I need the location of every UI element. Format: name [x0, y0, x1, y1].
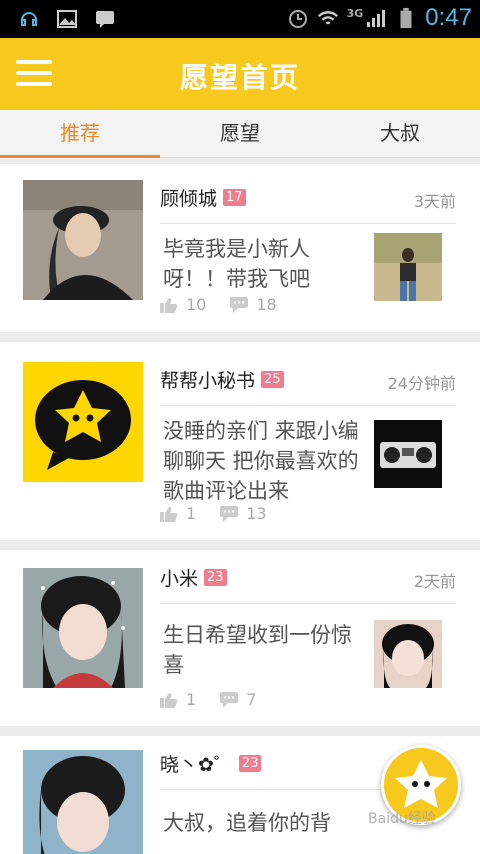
- tab-uncle[interactable]: 大叔: [320, 110, 480, 157]
- username[interactable]: 小米: [160, 564, 198, 591]
- tab-recommend[interactable]: 推荐: [0, 110, 160, 158]
- post-text[interactable]: 毕竟我是小新人呀！！带我飞吧: [163, 234, 363, 294]
- comment-button[interactable]: 13: [220, 504, 267, 523]
- like-icon: [160, 692, 178, 708]
- post-text[interactable]: 大叔，追着你的背: [163, 808, 383, 838]
- gallery-icon: [57, 10, 77, 28]
- post-time: 2天前: [413, 572, 456, 591]
- message-icon: [96, 11, 114, 28]
- like-button[interactable]: 1: [160, 690, 196, 709]
- like-count: 10: [186, 295, 207, 314]
- signal-icon: [367, 10, 386, 27]
- post-card[interactable]: 小米 23 2天前 生日希望收到一份惊喜 1 7: [0, 550, 480, 726]
- comment-button[interactable]: 18: [230, 295, 277, 314]
- comment-count: 7: [246, 690, 257, 709]
- wifi-icon: [317, 11, 338, 25]
- post-stats: 1 7: [160, 690, 268, 709]
- username[interactable]: 顾倾城: [160, 184, 217, 211]
- avatar[interactable]: [23, 568, 143, 688]
- comment-count: 13: [246, 504, 267, 523]
- like-button[interactable]: 10: [160, 295, 206, 314]
- comment-icon: [230, 296, 249, 313]
- post-time: 3天前: [413, 192, 456, 211]
- post-time: 24分钟前: [387, 374, 456, 393]
- like-count: 1: [186, 690, 197, 709]
- like-count: 1: [186, 504, 197, 523]
- post-image[interactable]: [374, 620, 442, 688]
- post-stats: 10 18: [160, 295, 289, 314]
- headset-icon: [21, 12, 37, 26]
- username[interactable]: 帮帮小秘书: [160, 366, 255, 393]
- age-badge: 25: [261, 371, 284, 388]
- star-mascot-icon: [23, 362, 143, 482]
- tab-wishes[interactable]: 愿望: [160, 110, 320, 157]
- post-header: 顾倾城 17 3天前: [160, 184, 456, 224]
- watermark: Baidu经验: [368, 811, 436, 827]
- comment-icon: [220, 691, 239, 708]
- comment-icon: [220, 505, 239, 522]
- age-badge: 23: [204, 569, 227, 586]
- age-badge: 23: [238, 755, 262, 772]
- like-icon: [160, 297, 178, 313]
- avatar[interactable]: [23, 362, 143, 482]
- page-title: 愿望首页: [179, 61, 300, 94]
- age-badge: 17: [223, 189, 246, 206]
- comment-button[interactable]: 7: [220, 690, 256, 709]
- avatar[interactable]: [23, 180, 143, 300]
- status-bar: 3G 0:47: [0, 0, 480, 38]
- post-card[interactable]: 帮帮小秘书 25 24分钟前 没睡的亲们 来跟小编聊聊天 把你最喜欢的歌曲评论出来…: [0, 342, 480, 540]
- like-button[interactable]: 1: [160, 504, 196, 523]
- tab-bar: 推荐 愿望 大叔: [0, 110, 480, 158]
- post-header: 帮帮小秘书 25 24分钟前: [160, 366, 456, 406]
- post-stats: 1 13: [160, 504, 279, 523]
- avatar[interactable]: [23, 750, 143, 854]
- battery-icon: [400, 7, 412, 29]
- network-type: 3G: [346, 6, 364, 20]
- app-bar: 愿望首页: [0, 38, 480, 110]
- post-header: 小米 23 2天前: [160, 564, 456, 604]
- username[interactable]: 晓丶✿゜: [160, 750, 233, 777]
- alarm-icon: [288, 10, 307, 28]
- like-icon: [160, 506, 178, 522]
- post-image[interactable]: [374, 420, 442, 488]
- post-text[interactable]: 没睡的亲们 来跟小编聊聊天 把你最喜欢的歌曲评论出来: [163, 416, 363, 506]
- post-card[interactable]: 顾倾城 17 3天前 毕竟我是小新人呀！！带我飞吧 10 18: [0, 164, 480, 332]
- comment-count: 18: [256, 295, 277, 314]
- post-image[interactable]: [374, 233, 442, 301]
- clock: 0:47: [425, 4, 472, 31]
- post-text[interactable]: 生日希望收到一份惊喜: [163, 620, 363, 680]
